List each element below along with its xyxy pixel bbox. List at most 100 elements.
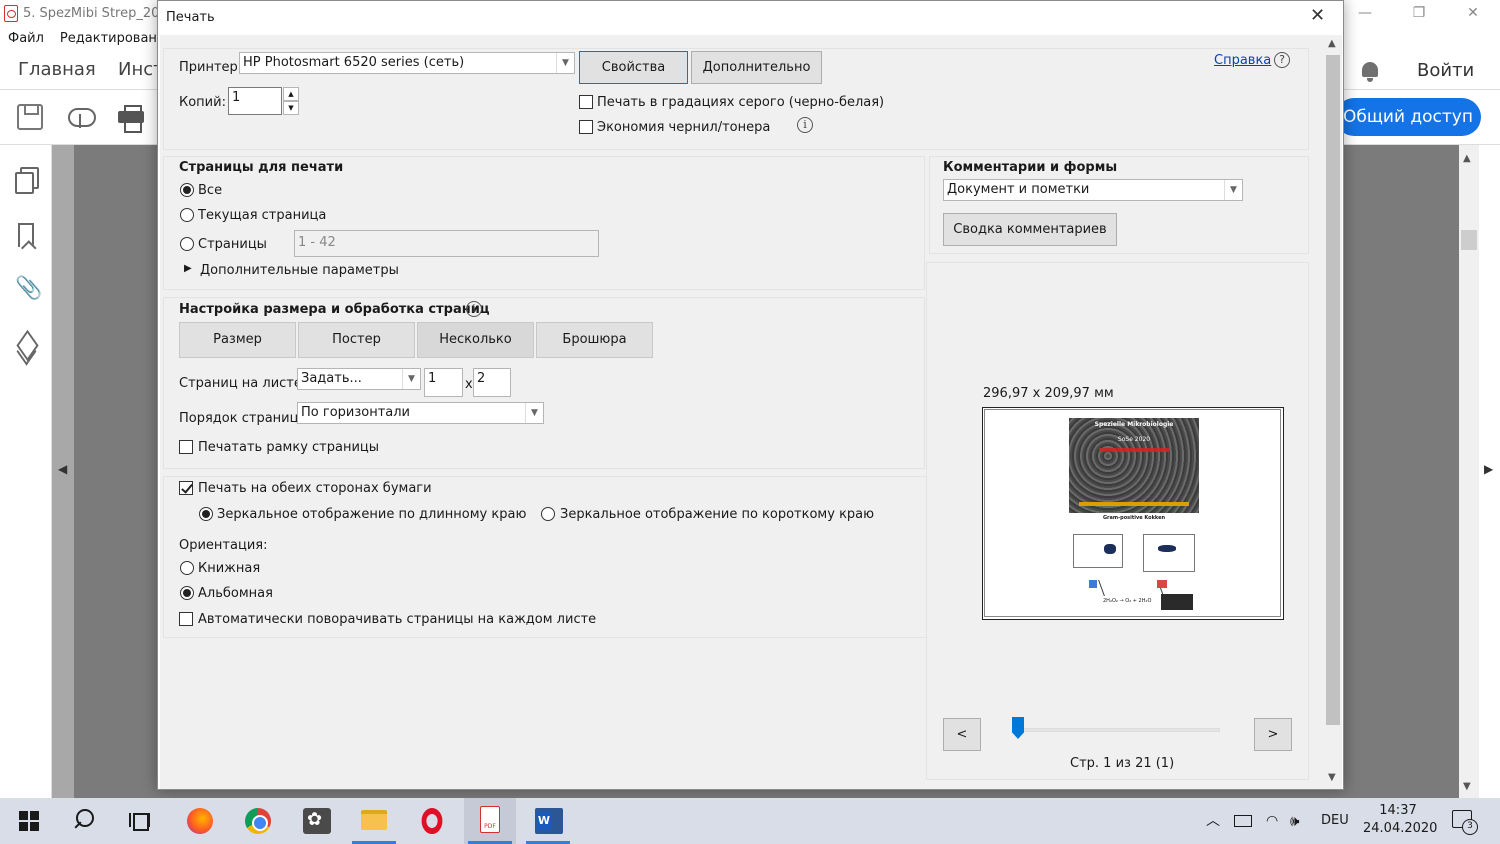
copies-stepper[interactable]: ▲ ▼ xyxy=(283,87,299,115)
tab-home[interactable]: Главная xyxy=(18,59,96,80)
tab-poster[interactable]: Постер xyxy=(298,322,415,358)
slide-term: SoSe 2020 xyxy=(1117,436,1151,443)
comments-summary-button[interactable]: Сводка комментариев xyxy=(943,213,1117,246)
task-view-icon[interactable] xyxy=(115,798,167,844)
preview-sheet: Spezielle Mikrobiologie SoSe 2020 Gram-p… xyxy=(982,407,1284,620)
radio-all[interactable] xyxy=(180,183,194,197)
printer-select[interactable]: HP Photosmart 6520 series (сеть) ▼ xyxy=(239,52,575,74)
acrobat-icon[interactable]: PDF xyxy=(464,798,516,844)
scroll-up-icon[interactable]: ▲ xyxy=(1328,38,1336,49)
menu-file[interactable]: Файл xyxy=(8,28,44,50)
duplex-label: Печать на обеих сторонах бумаги xyxy=(198,481,432,496)
wifi-icon[interactable]: ◠ xyxy=(1266,798,1278,844)
notification-count: 3 xyxy=(1462,819,1478,835)
layers-icon[interactable] xyxy=(15,333,37,357)
orientation-label: Ориентация: xyxy=(179,538,268,553)
page-slider-track[interactable] xyxy=(1012,728,1220,732)
next-page-button[interactable]: > xyxy=(1254,718,1292,751)
bell-icon[interactable] xyxy=(1360,60,1380,82)
info-icon[interactable]: i xyxy=(466,301,482,317)
copies-label: Копий: xyxy=(179,95,226,110)
printer-icon[interactable] xyxy=(118,104,144,133)
radio-current[interactable] xyxy=(180,208,194,222)
advanced-button[interactable]: Дополнительно xyxy=(691,51,822,84)
radio-landscape[interactable] xyxy=(180,586,194,600)
rows-value: 2 xyxy=(477,371,486,386)
opera-icon[interactable] xyxy=(406,798,458,844)
columns-input[interactable]: 1 xyxy=(424,368,463,397)
word-icon[interactable] xyxy=(522,798,574,844)
grayscale-checkbox[interactable] xyxy=(579,95,593,109)
save-ink-checkbox[interactable] xyxy=(579,120,593,134)
prev-page-button[interactable]: < xyxy=(943,718,981,751)
share-button[interactable]: Общий доступ xyxy=(1335,98,1481,136)
collapse-left-icon[interactable]: ◀ xyxy=(58,462,67,476)
properties-button[interactable]: Свойства xyxy=(579,51,688,84)
expand-triangle-icon[interactable]: ▶ xyxy=(184,263,192,274)
clock[interactable]: 14:37 24.04.2020 xyxy=(1363,802,1437,844)
volume-icon[interactable]: 🕪 xyxy=(1290,798,1299,844)
lotus-app-icon[interactable] xyxy=(290,798,342,844)
columns-value: 1 xyxy=(428,371,437,386)
cloud-upload-icon[interactable] xyxy=(67,104,96,130)
dialog-scrollbar[interactable]: ▲ ▼ xyxy=(1324,35,1342,789)
pages-icon[interactable] xyxy=(15,167,39,194)
restore-icon[interactable]: ❐ xyxy=(1392,0,1446,28)
scroll-down-icon[interactable]: ▼ xyxy=(1463,781,1471,792)
document-scrollbar[interactable]: ▲ ▼ xyxy=(1459,145,1479,798)
bookmark-icon[interactable] xyxy=(18,223,34,247)
chrome-icon[interactable] xyxy=(232,798,284,844)
comments-select[interactable]: Документ и пометки ▼ xyxy=(943,179,1243,201)
windows-start-icon[interactable] xyxy=(2,798,54,844)
tab-booklet[interactable]: Брошюра xyxy=(536,322,653,358)
copies-input[interactable]: 1 xyxy=(228,87,282,115)
radio-landscape-label: Альбомная xyxy=(198,586,273,601)
close-icon[interactable]: ✕ xyxy=(1310,5,1325,26)
scroll-down-icon[interactable]: ▼ xyxy=(1328,772,1336,783)
radio-pages-label: Страницы xyxy=(198,237,267,252)
radio-short-edge[interactable] xyxy=(541,507,555,521)
more-options-toggle[interactable]: Дополнительные параметры xyxy=(200,263,399,278)
page-order-select[interactable]: По горизонтали ▼ xyxy=(297,402,544,424)
paperclip-icon[interactable]: 📎 xyxy=(15,277,42,301)
radio-portrait[interactable] xyxy=(180,561,194,575)
help-icon[interactable]: ? xyxy=(1274,52,1290,68)
stepper-up-icon[interactable]: ▲ xyxy=(283,87,299,101)
slide-yellow-text xyxy=(1079,502,1189,506)
pages-per-sheet-value: Задать... xyxy=(301,371,362,386)
minimize-icon[interactable]: — xyxy=(1338,0,1392,28)
help-link[interactable]: Справка xyxy=(1214,53,1271,68)
slide-blue-marker xyxy=(1089,580,1097,588)
save-icon[interactable] xyxy=(17,104,43,130)
tab-multiple[interactable]: Несколько xyxy=(417,322,534,358)
page-order-value: По горизонтали xyxy=(301,405,411,420)
expand-right-icon[interactable]: ▶ xyxy=(1484,462,1493,476)
slide-formula: 2H₂O₂ → O₂ + 2H₂O xyxy=(1103,598,1152,604)
pages-range-input[interactable]: 1 - 42 xyxy=(294,230,599,257)
rows-input[interactable]: 2 xyxy=(473,368,511,397)
stepper-down-icon[interactable]: ▼ xyxy=(283,101,299,115)
slide-image: Spezielle Mikrobiologie SoSe 2020 xyxy=(1069,418,1199,513)
notification-icon[interactable]: 3 xyxy=(1452,810,1478,835)
info-icon[interactable]: i xyxy=(797,117,813,133)
scroll-up-icon[interactable]: ▲ xyxy=(1463,153,1471,164)
input-language[interactable]: DEU xyxy=(1321,798,1349,844)
radio-long-edge[interactable] xyxy=(199,507,213,521)
close-window-icon[interactable]: ✕ xyxy=(1446,0,1500,28)
scrollbar-thumb[interactable] xyxy=(1461,230,1477,250)
comments-value: Документ и пометки xyxy=(947,182,1090,197)
radio-pages[interactable] xyxy=(180,237,194,251)
search-icon[interactable] xyxy=(58,798,110,844)
scrollbar-thumb[interactable] xyxy=(1326,55,1340,725)
tray-chevron-up-icon[interactable]: ︿ xyxy=(1206,798,1220,844)
pages-per-sheet-select[interactable]: Задать... ▼ xyxy=(297,368,421,390)
login-link[interactable]: Войти xyxy=(1417,60,1474,81)
page-border-checkbox[interactable] xyxy=(179,440,193,454)
duplex-checkbox[interactable] xyxy=(179,481,193,495)
chevron-down-icon: ▼ xyxy=(556,53,574,73)
paper-size-text: 296,97 x 209,97 мм xyxy=(983,386,1114,401)
auto-rotate-checkbox[interactable] xyxy=(179,612,193,626)
firefox-icon[interactable] xyxy=(174,798,226,844)
file-explorer-icon[interactable] xyxy=(348,798,400,844)
tab-size[interactable]: Размер xyxy=(179,322,296,358)
